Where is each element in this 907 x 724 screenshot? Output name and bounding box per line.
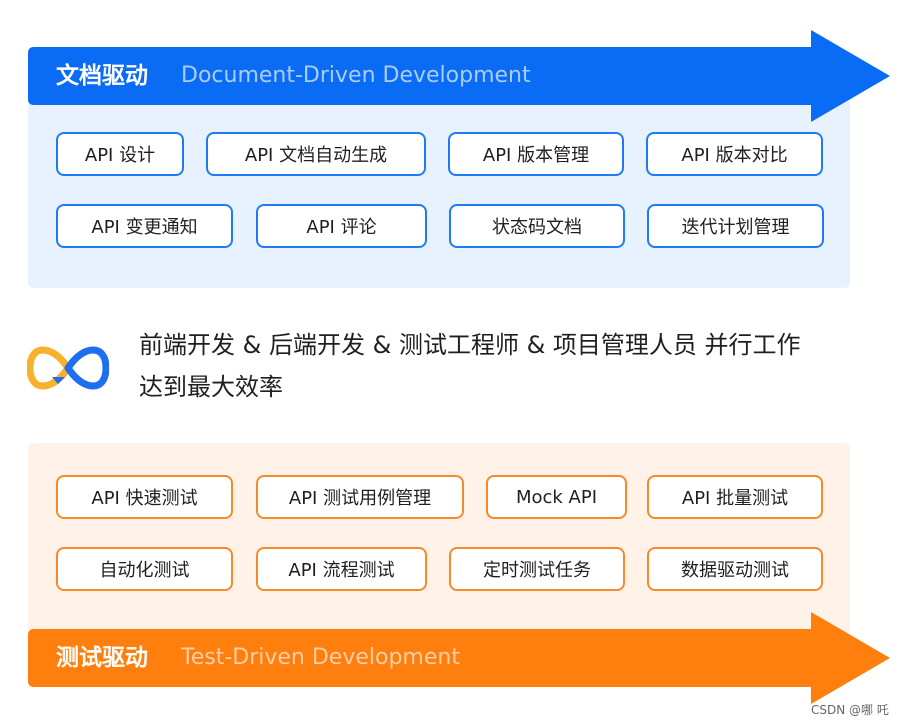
feature-chip-api-flow-test: API 流程测试 xyxy=(256,547,427,591)
feature-chip-api-version-compare: API 版本对比 xyxy=(646,132,823,176)
feature-chip-scheduled-test-task: 定时测试任务 xyxy=(449,547,625,591)
test-driven-title: 测试驱动 xyxy=(56,645,148,671)
feature-chip-api-test-case-management: API 测试用例管理 xyxy=(256,475,464,519)
feature-chip-api-design: API 设计 xyxy=(56,132,184,176)
document-driven-subtitle: Document-Driven Development xyxy=(181,63,531,88)
feature-chip-status-code-doc: 状态码文档 xyxy=(449,204,625,248)
feature-chip-api-batch-test: API 批量测试 xyxy=(647,475,823,519)
test-driven-arrow: 测试驱动 Test-Driven Development xyxy=(28,612,890,704)
feature-chip-data-driven-test: 数据驱动测试 xyxy=(647,547,823,591)
statement-line-2: 达到最大效率 xyxy=(139,373,283,401)
infinity-icon xyxy=(27,346,109,390)
statement-line-1: 前端开发 & 后端开发 & 测试工程师 & 项目管理人员 并行工作 xyxy=(139,331,801,359)
feature-chip-mock-api: Mock API xyxy=(486,475,627,519)
feature-chip-api-change-notice: API 变更通知 xyxy=(56,204,233,248)
document-driven-title: 文档驱动 xyxy=(56,63,148,89)
parallel-work-statement: 前端开发 & 后端开发 & 测试工程师 & 项目管理人员 并行工作 达到最大效率 xyxy=(139,324,859,408)
test-driven-subtitle: Test-Driven Development xyxy=(181,645,460,670)
feature-chip-iteration-plan: 迭代计划管理 xyxy=(647,204,824,248)
document-driven-arrow: 文档驱动 Document-Driven Development xyxy=(28,30,890,122)
feature-chip-api-version-management: API 版本管理 xyxy=(448,132,624,176)
feature-chip-api-doc-autogen: API 文档自动生成 xyxy=(206,132,426,176)
watermark: CSDN @哪 吒 xyxy=(811,703,889,717)
feature-chip-automated-test: 自动化测试 xyxy=(56,547,233,591)
feature-chip-api-comments: API 评论 xyxy=(256,204,427,248)
feature-chip-api-quick-test: API 快速测试 xyxy=(56,475,233,519)
